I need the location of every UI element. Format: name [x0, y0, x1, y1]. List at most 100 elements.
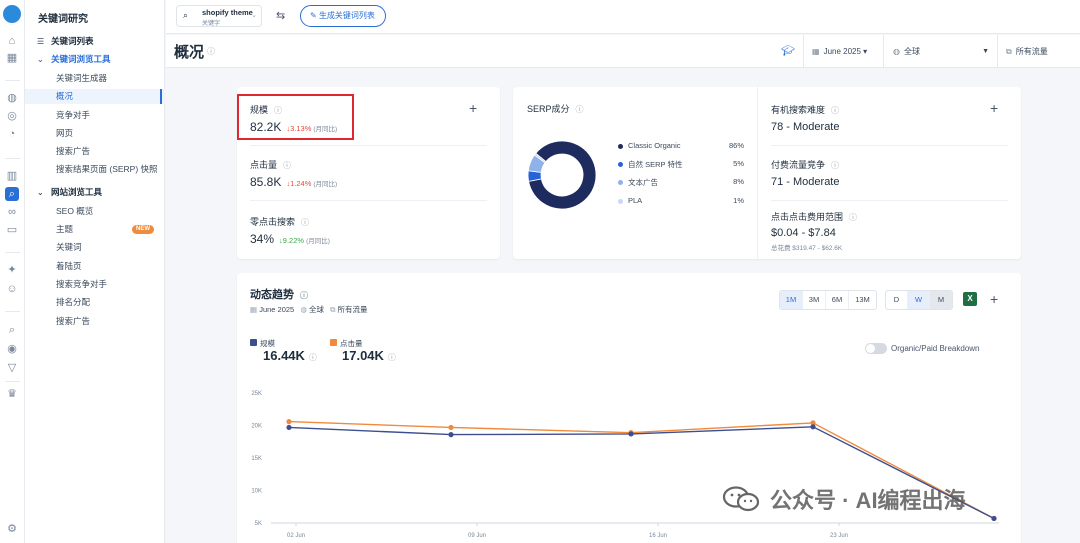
info-icon[interactable]: ⓘ [831, 161, 839, 170]
x-tick-label: 02 Jun [287, 533, 305, 539]
data-point[interactable] [628, 431, 634, 437]
rail-divider [5, 80, 20, 81]
filter-icon[interactable]: ▽ [5, 361, 19, 375]
top-bar: ⌕ shopify theme 关键字 ⌄ ⇆ ✎ 生成关键词列表 [166, 0, 1080, 34]
data-point[interactable] [286, 424, 292, 431]
cpc-total-spend: 总花费 $319.47 - $62.6K [771, 245, 843, 252]
sidebar-item-landing-pages[interactable]: 着陆页 [25, 259, 165, 274]
x-tick-label: 23 Jun [830, 533, 848, 539]
granularity-month-button[interactable]: M [930, 291, 952, 309]
grid-icon[interactable]: ▦ [5, 51, 19, 65]
calendar-icon: ▦ [250, 305, 258, 314]
page-header: 概况 ⓘ 🎓︎ ▦ June 2025 ▾ ◍ 全球 ▼ ⧉ 所有流量 [166, 35, 1080, 68]
sparkle-icon[interactable]: ✦ [5, 263, 19, 277]
info-icon[interactable]: ⓘ [301, 218, 309, 227]
serp-label-text: SERP成分 [527, 104, 570, 114]
info-icon[interactable]: ⓘ [576, 105, 584, 114]
info-icon[interactable]: ⓘ [309, 353, 317, 362]
bot-icon[interactable]: ☺ [5, 282, 19, 296]
data-point[interactable] [810, 424, 816, 430]
serp-donut-chart [527, 140, 597, 210]
sidebar-item-topics[interactable]: 主题 NEW [25, 222, 165, 237]
serp-legend-row: 自然 SERP 特性 5% [618, 159, 748, 171]
calendar-icon: ▦ [812, 47, 820, 56]
clicks-total-value: 17.04K [342, 348, 384, 363]
range-3m-button[interactable]: 3M [803, 291, 826, 309]
keyword-icon[interactable]: ⌕ [5, 187, 19, 201]
keyword-selector[interactable]: ⌕ shopify theme 关键字 ⌄ [176, 5, 262, 27]
range-1m-button[interactable]: 1M [780, 291, 803, 309]
info-icon[interactable]: ⓘ [283, 161, 291, 170]
sidebar-item-search-ads[interactable]: 搜索广告 [25, 144, 165, 159]
search-icon[interactable]: ⌕ [5, 323, 19, 337]
y-tick-label: 15K [251, 456, 262, 462]
excel-export-icon[interactable]: X [963, 292, 977, 306]
wechat-logo [722, 486, 760, 512]
settings-icon[interactable]: ⚙ [5, 522, 19, 536]
sidebar-item-rank-distribution[interactable]: 排名分配 [25, 295, 165, 310]
traffic-value: 所有流量 [1015, 47, 1048, 56]
info-icon[interactable]: ⓘ [388, 353, 396, 362]
paid-competition-label: 付费流量竞争 ⓘ [771, 158, 839, 171]
range-13m-button[interactable]: 13M [849, 291, 876, 309]
divider [250, 200, 487, 201]
sidebar-item-seo-overview[interactable]: SEO 概览 [25, 204, 165, 219]
info-icon[interactable]: ⓘ [300, 291, 308, 300]
trends-date: June 2025 [259, 305, 295, 314]
app-title: 关键词研究 [38, 14, 88, 25]
crown-icon[interactable]: ♛ [5, 387, 19, 401]
add-icon[interactable]: + [990, 291, 998, 307]
cpc-range-value: $0.04 - $7.84 [771, 227, 836, 239]
breakdown-toggle[interactable] [865, 343, 887, 354]
target-icon[interactable]: ◉ [5, 342, 19, 356]
trends-region: 全球 [308, 305, 324, 314]
granularity-week-button[interactable]: W [908, 291, 930, 309]
sidebar-item-keywords[interactable]: 关键词 [25, 240, 165, 255]
bar-chart-icon[interactable]: ▥ [5, 169, 19, 183]
link-icon[interactable]: ∞ [5, 205, 19, 219]
compass-icon[interactable]: ◎ [5, 109, 19, 123]
globe-icon[interactable]: ◍ [5, 91, 19, 105]
sidebar-item-keyword-generator[interactable]: 关键词生成器 [25, 71, 165, 86]
add-icon[interactable]: + [469, 100, 477, 116]
card-divider [757, 87, 758, 259]
pie-icon[interactable]: ◔ [5, 127, 19, 141]
data-point[interactable] [286, 419, 292, 425]
sidebar-item-competitors[interactable]: 竞争对手 [25, 108, 165, 123]
trends-title-text: 动态趋势 [250, 289, 294, 301]
graduation-cap-icon[interactable]: 🎓︎ [781, 44, 795, 57]
sidebar-group-keyword-tools[interactable]: ⌄ 关键词浏览工具 [25, 52, 165, 67]
sidebar-item-overview[interactable]: 概况 [25, 89, 165, 104]
brand-logo[interactable] [3, 5, 21, 23]
date-picker[interactable]: ▦ June 2025 ▾ [803, 35, 883, 68]
region-selector[interactable]: ◍ 全球 ▼ [883, 35, 997, 68]
data-point[interactable] [448, 432, 454, 438]
data-point[interactable] [448, 424, 454, 431]
add-icon[interactable]: + [990, 100, 998, 116]
generate-keyword-list-button[interactable]: ✎ 生成关键词列表 [300, 5, 386, 27]
x-tick-label: 16 Jun [649, 533, 667, 539]
info-icon[interactable]: ⓘ [207, 46, 215, 57]
traffic-selector[interactable]: ⧉ 所有流量 [997, 35, 1080, 68]
y-tick-label: 20K [251, 424, 262, 430]
traffic-icon: ⧉ [330, 305, 336, 314]
sidebar-item-site-search-ads[interactable]: 搜索广告 [25, 314, 165, 329]
divider [771, 200, 1008, 201]
data-point[interactable] [991, 515, 997, 522]
clicks-legend-label: 点击量 [340, 339, 363, 348]
sidebar-item-keyword-list[interactable]: ☰ 关键词列表 [25, 34, 165, 49]
sidebar-item-web-pages[interactable]: 网页 [25, 126, 165, 141]
icon-rail: ⌂ ▦ ◍ ◎ ◔ ▥ ⌕ ∞ ▭ ✦ ☺ ⌕ ◉ ▽ ♛ ⚙ [0, 0, 25, 543]
sidebar-group-site-tools[interactable]: ⌄ 网站浏览工具 [25, 185, 165, 200]
range-6m-button[interactable]: 6M [826, 291, 849, 309]
compare-icon[interactable]: ⇆ [276, 9, 285, 22]
rail-divider [5, 311, 20, 312]
legend-pct: 86% [728, 141, 744, 150]
sidebar-item-search-competitors[interactable]: 搜索竞争对手 [25, 277, 165, 292]
chat-icon[interactable]: ▭ [5, 223, 19, 237]
info-icon[interactable]: ⓘ [849, 213, 857, 222]
info-icon[interactable]: ⓘ [831, 106, 839, 115]
granularity-day-button[interactable]: D [886, 291, 908, 309]
home-icon[interactable]: ⌂ [5, 34, 19, 48]
sidebar-item-serp-snapshot[interactable]: 搜索结果页面 (SERP) 快照 [25, 162, 165, 177]
